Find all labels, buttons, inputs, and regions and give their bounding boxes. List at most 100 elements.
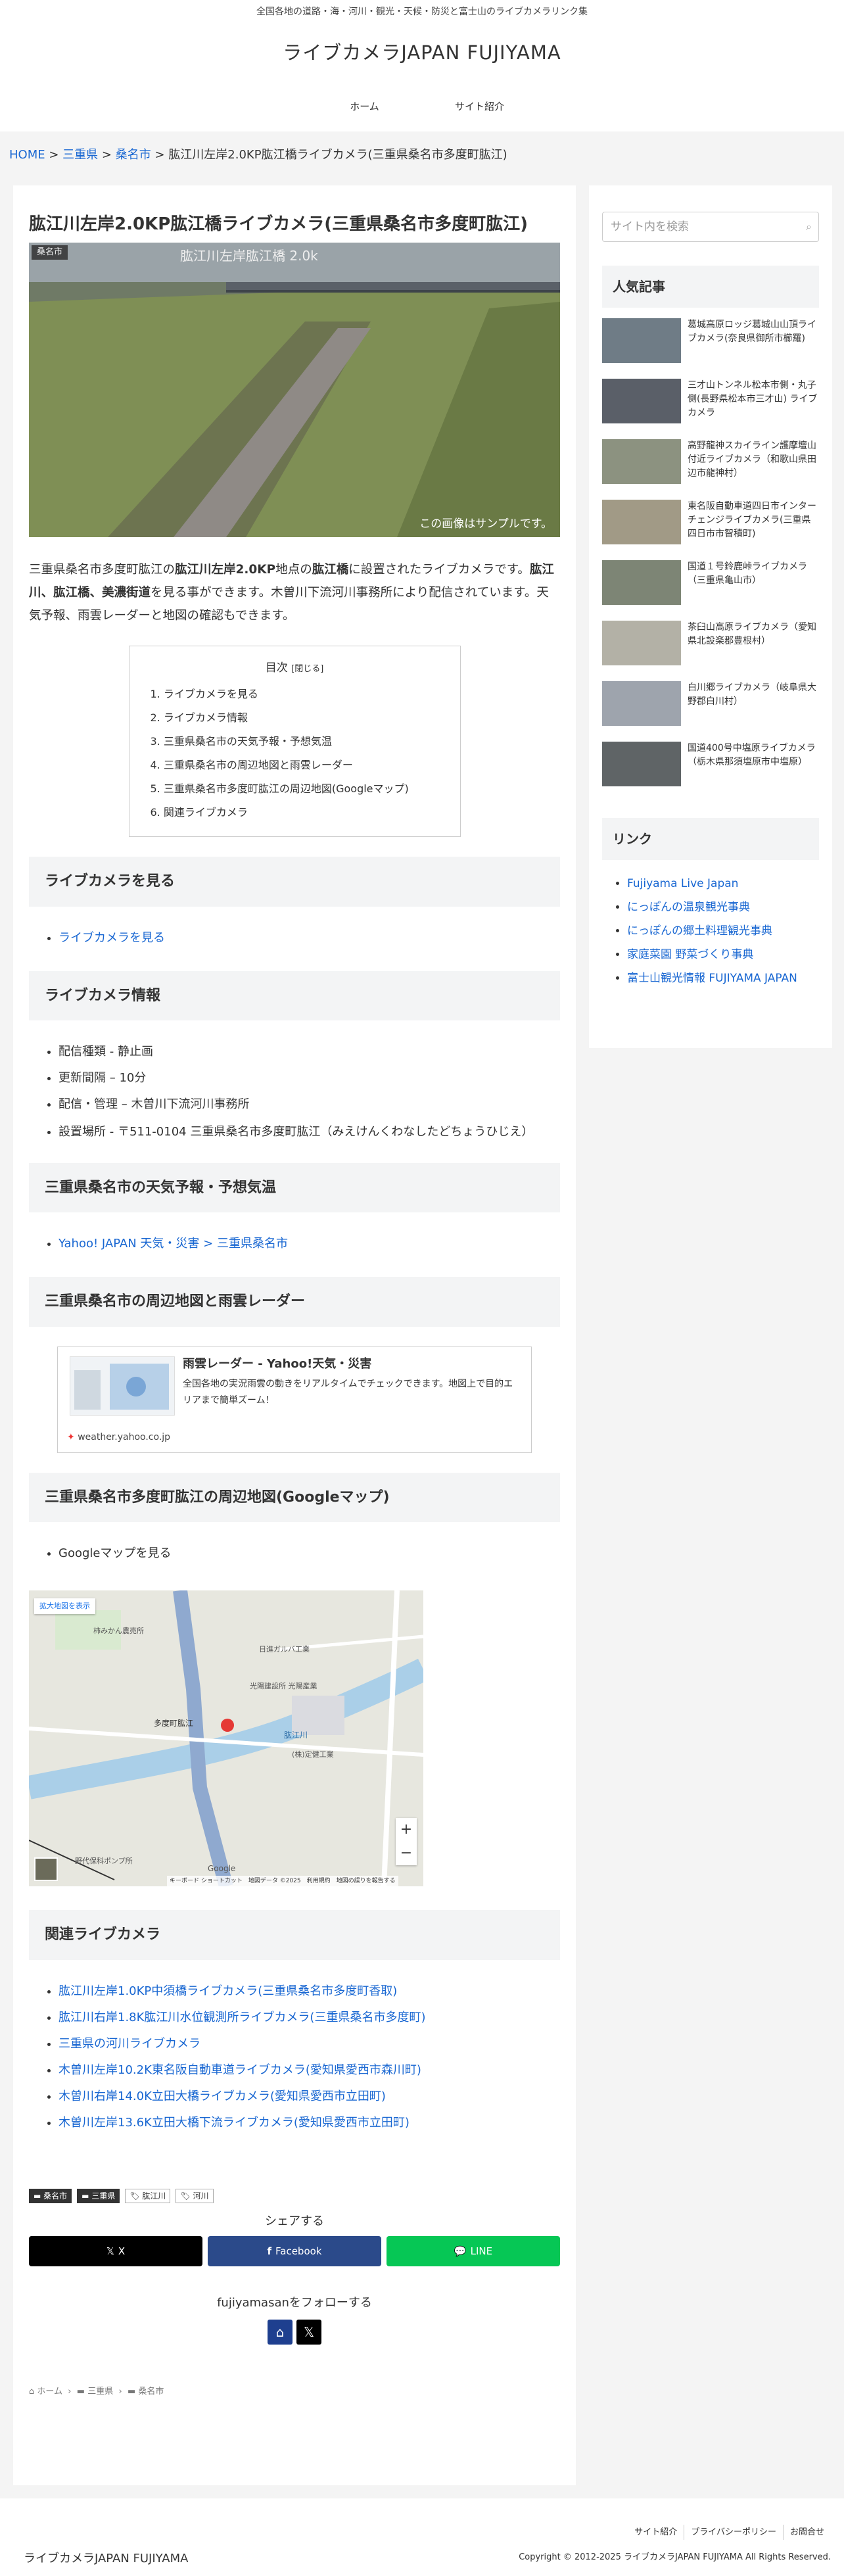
bottom-breadcrumb-item[interactable]: 三重県 (87, 2387, 113, 2397)
card-thumbnail (70, 1356, 175, 1416)
bottom-breadcrumb: ⌂ ホーム › ▬ 三重県 › ▬ 桑名市 (29, 2386, 164, 2397)
follow-title: fujiyamasanをフォローする (217, 2296, 372, 2310)
enlarge-map-link[interactable]: 拡大地図を表示 (34, 1598, 95, 1615)
map-label: 多度町肱江 (154, 1719, 194, 1729)
card-site: ✦ weather.yahoo.co.jp (67, 1431, 171, 1443)
share-facebook-button[interactable]: f Facebook (208, 2236, 381, 2267)
intro-text: 三重県桑名市多度町肱江の肱江川左岸2.0KP地点の肱江橋に設置されたライブカメラ… (29, 563, 554, 623)
popular-item[interactable]: 茶臼山高原ライブカメラ（愛知県北設楽郡豊根村） (602, 621, 819, 681)
bottom-breadcrumb-item[interactable]: 桑名市 (138, 2387, 164, 2397)
popular-item[interactable]: 三才山トンネル松本市側・丸子側(長野県松本市三才山) ライブカメラ (602, 379, 819, 439)
share-x-button[interactable]: 𝕏X (29, 2236, 202, 2267)
toc-item[interactable]: 2. ライブカメラ情報 (151, 706, 444, 730)
footer-logo[interactable]: ライブカメラJAPAN FUJIYAMA (24, 2548, 188, 2569)
links-list: Fujiyama Live Japan にっぽんの温泉観光事典 にっぽんの郷土料… (602, 872, 819, 990)
sidebar-link[interactable]: Fujiyama Live Japan (627, 877, 738, 890)
popular-item[interactable]: 葛城高原ロッジ葛城山山頂ライブカメラ(奈良県御所市櫛羅) (602, 318, 819, 379)
info-item: 更新間隔 – 10分 (59, 1065, 560, 1091)
footer-nav-item[interactable]: サイト紹介 (628, 2525, 684, 2540)
related-link[interactable]: 肱江川左岸1.0KP中須橋ライブカメラ(三重県桑名市多度町香取) (59, 1984, 397, 1998)
related-link[interactable]: 木曽川左岸13.6K立田大橋下流ライブカメラ(愛知県愛西市立田町) (59, 2116, 410, 2130)
popular-thumbnail (602, 742, 681, 786)
home-icon[interactable]: ⌂ (268, 2319, 293, 2345)
camera-image (29, 243, 560, 537)
popular-thumbnail (602, 318, 681, 363)
toc-item[interactable]: 4. 三重県桑名市の周辺地図と雨雲レーダー (151, 753, 444, 777)
sidebar-link[interactable]: にっぽんの郷土料理観光事典 (627, 924, 772, 938)
yahoo-icon: ✦ (67, 1431, 75, 1443)
street-view-thumbnail[interactable] (34, 1857, 58, 1882)
related-link[interactable]: 木曽川右岸14.0K立田大橋ライブカメラ(愛知県愛西市立田町) (59, 2089, 386, 2103)
nav-about[interactable]: サイト紹介 (422, 98, 537, 116)
google-map[interactable]: 拡大地図を表示 柿みかん農売所 日進ガルバ工業 光陽建設所 光陽産業 多度町肱江… (29, 1590, 423, 1887)
popular-thumbnail (602, 560, 681, 605)
folder-icon: ▬ (127, 2386, 136, 2397)
search-input[interactable]: サイト内を検索 ⌕ (602, 212, 819, 242)
related-link[interactable]: 三重県の河川ライブカメラ (59, 2037, 200, 2051)
page-title: 肱江川左岸2.0KP肱江橋ライブカメラ(三重県桑名市多度町肱江) (29, 214, 528, 234)
map-label: 肱江川 (284, 1730, 308, 1740)
footer-nav-item[interactable]: お問合せ (782, 2525, 831, 2540)
toc-item[interactable]: 3. 三重県桑名市の天気予報・予想気温 (151, 730, 444, 753)
breadcrumb: HOME > 三重県 > 桑名市 > 肱江川左岸2.0KP肱江橋ライブカメラ(三… (9, 145, 507, 166)
zoom-out-button[interactable]: − (396, 1842, 417, 1865)
popular-item[interactable]: 東名阪自動車道四日市インターチェンジライブカメラ(三重県四日市市智積町) (602, 500, 819, 560)
section-heading: 三重県桑名市の天気予報・予想気温 (29, 1162, 560, 1213)
post-tag-link[interactable]: 🏷 肱江川 (125, 2188, 171, 2203)
popular-thumbnail (602, 681, 681, 726)
bottom-breadcrumb-item[interactable]: ホーム (37, 2387, 62, 2397)
toc-toggle[interactable]: [閉じる] (291, 664, 323, 674)
sidebar-link[interactable]: にっぽんの温泉観光事典 (627, 901, 750, 914)
popular-item[interactable]: 白川郷ライブカメラ（岐阜県大野郡白川村） (602, 681, 819, 742)
site-logo[interactable]: ライブカメラJAPAN FUJIYAMA (283, 36, 561, 70)
sidebar-link[interactable]: 家庭菜園 野菜づくり事典 (627, 948, 753, 961)
popular-thumbnail (602, 500, 681, 544)
toc-item[interactable]: 1. ライブカメラを見る (151, 682, 444, 706)
card-description: 全国各地の実況雨雲の動きをリアルタイムでチェックできます。地図上で目的エリアまで… (183, 1378, 513, 1406)
main-content: 肱江川左岸2.0KP肱江橋ライブカメラ(三重県桑名市多度町肱江) 桑名市 肱江川… (13, 185, 576, 2485)
footer-nav: サイト紹介 プライバシーポリシー お問合せ (628, 2525, 831, 2540)
map-label: 柿みかん農売所 (93, 1627, 144, 1636)
section-heading: ライブカメラ情報 (29, 970, 560, 1021)
category-tag-link[interactable]: ▬ 桑名市 (29, 2188, 72, 2203)
x-icon[interactable]: 𝕏 (296, 2319, 321, 2345)
popular-thumbnail (602, 621, 681, 665)
popular-item[interactable]: 国道１号鈴鹿峠ライブカメラ（三重県亀山市） (602, 560, 819, 621)
info-item: 配信・管理 – 木曽川下流河川事務所 (59, 1091, 560, 1118)
camera-info-list: 配信種類 - 静止画 更新間隔 – 10分 配信・管理 – 木曽川下流河川事務所… (29, 1039, 560, 1143)
footer-nav-item[interactable]: プライバシーポリシー (684, 2525, 783, 2540)
breadcrumb-city[interactable]: 桑名市 (116, 148, 151, 162)
nav-home[interactable]: ホーム (307, 98, 422, 116)
share-line-button[interactable]: 💬 LINE (387, 2236, 560, 2267)
copyright: Copyright © 2012-2025 ライブカメラJAPAN FUJIYA… (519, 2552, 831, 2562)
popular-item[interactable]: 高野龍神スカイライン護摩壇山付近ライブカメラ（和歌山県田辺市龍神村） (602, 439, 819, 500)
related-link[interactable]: 木曽川左岸10.2K東名阪自動車道ライブカメラ(愛知県愛西市森川町) (59, 2063, 421, 2077)
site-header: ライブカメラJAPAN FUJIYAMA (0, 24, 844, 82)
category-tag[interactable]: 桑名市 (32, 245, 68, 260)
category-tag-link[interactable]: ▬ 三重県 (77, 2188, 120, 2203)
rain-radar-card[interactable]: 雨雲レーダー - Yahoo!天気・災害 全国各地の実況雨雲の動きをリアルタイム… (57, 1346, 532, 1453)
breadcrumb-home[interactable]: HOME (9, 148, 45, 162)
map-label: 日進ガルバ工業 (259, 1645, 310, 1654)
breadcrumb-pref[interactable]: 三重県 (62, 148, 98, 162)
related-list: 肱江川左岸1.0KP中須橋ライブカメラ(三重県桑名市多度町香取) 肱江川右岸1.… (29, 1978, 560, 2136)
weather-link[interactable]: Yahoo! JAPAN 天気・災害 > 三重県桑名市 (59, 1237, 288, 1251)
toc-item[interactable]: 5. 三重県桑名市多度町肱江の周辺地図(Googleマップ) (151, 777, 444, 801)
google-logo: Google (208, 1863, 236, 1873)
line-icon: 💬 (454, 2245, 467, 2257)
zoom-in-button[interactable]: + (396, 1818, 417, 1842)
toc-item[interactable]: 6. 関連ライブカメラ (151, 801, 444, 824)
related-link[interactable]: 肱江川右岸1.8K肱江川水位観測所ライブカメラ(三重県桑名市多度町) (59, 2011, 425, 2024)
section-heading: 三重県桑名市多度町肱江の周辺地図(Googleマップ) (29, 1472, 560, 1523)
sidebar-link[interactable]: 富士山観光情報 FUJIYAMA JAPAN (627, 972, 797, 985)
view-camera-link[interactable]: ライブカメラを見る (59, 931, 165, 945)
search-icon[interactable]: ⌕ (806, 212, 812, 241)
sidebar: サイト内を検索 ⌕ 人気記事 葛城高原ロッジ葛城山山頂ライブカメラ(奈良県御所市… (589, 185, 832, 1048)
popular-item[interactable]: 国道400号中塩原ライブカメラ（栃木県那須塩原市中塩原） (602, 742, 819, 802)
zoom-controls: + − (396, 1818, 417, 1866)
section-heading: 関連ライブカメラ (29, 1910, 560, 1960)
post-tag-link[interactable]: 🏷 河川 (176, 2188, 214, 2203)
sample-notice: この画像はサンプルです。 (419, 517, 552, 531)
popular-heading: 人気記事 (602, 266, 819, 308)
breadcrumb-sep: > (49, 148, 59, 162)
